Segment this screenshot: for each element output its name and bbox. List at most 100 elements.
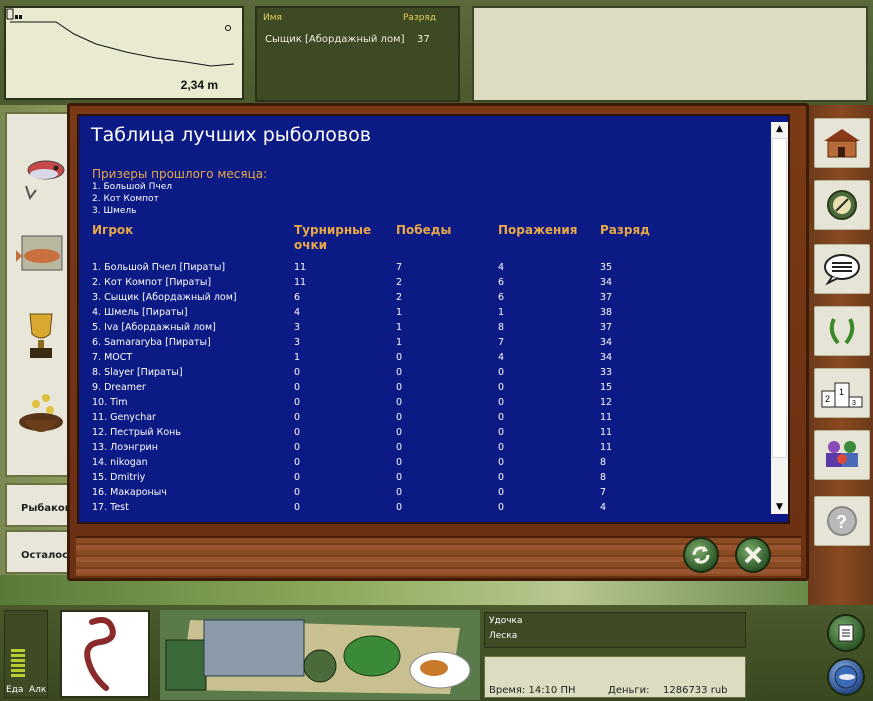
table-cell-rank: 15 (600, 382, 613, 393)
compass-icon (827, 190, 857, 220)
table-cell-points: 6 (294, 292, 301, 303)
status-meters: Еда Алк (4, 610, 48, 698)
trophy-icon[interactable] (16, 306, 66, 364)
table-cell-wins: 1 (396, 322, 403, 333)
globe-button[interactable] (827, 658, 865, 696)
help-button[interactable]: ? (814, 496, 870, 546)
svg-text:3: 3 (852, 400, 856, 407)
table-cell-wins: 0 (396, 397, 403, 408)
inventory-scene[interactable] (160, 610, 480, 700)
table-cell-player[interactable]: 3. Сыщик [Абордажный лом] (92, 292, 237, 303)
table-cell-wins: 2 (396, 277, 403, 288)
scroll-down-arrow-icon[interactable]: ▼ (771, 500, 788, 514)
bait-bag-icon[interactable] (165, 639, 207, 691)
table-cell-losses: 0 (498, 487, 505, 498)
hat-coins-icon[interactable] (16, 386, 66, 444)
fishers-count-label: Рыбаков (5, 483, 69, 527)
leaderboard-scrollbar[interactable]: ▲ ▼ (771, 122, 788, 514)
people-icon (826, 441, 858, 467)
table-cell-rank: 11 (600, 412, 613, 423)
bait-slot[interactable] (60, 610, 150, 698)
table-cell-rank: 34 (600, 277, 613, 288)
table-cell-rank: 34 (600, 337, 613, 348)
info-panel (472, 6, 868, 102)
table-cell-player[interactable]: 10. Tim (92, 397, 128, 408)
alcohol-meter-label: Алк (29, 685, 47, 695)
map-compass-icon[interactable] (303, 649, 337, 683)
crew-panel: Имя Разряд Сыщик [Абордажный лом] 37 (255, 6, 460, 102)
scroll-thumb[interactable] (772, 138, 787, 458)
table-cell-player[interactable]: 13. Лоэнгрин (92, 442, 158, 453)
house-icon (824, 129, 860, 158)
table-cell-player[interactable]: 1. Большой Пчел [Пираты] (92, 262, 225, 273)
table-cell-points: 0 (294, 442, 301, 453)
rating-button[interactable]: 1 2 3 (814, 368, 870, 418)
column-header-points-line2: очки (294, 238, 328, 252)
table-cell-points: 4 (294, 307, 301, 318)
table-cell-losses: 0 (498, 382, 505, 393)
close-icon (744, 546, 762, 564)
table-cell-player[interactable]: 8. Slayer [Пираты] (92, 367, 183, 378)
table-cell-losses: 6 (498, 292, 505, 303)
table-cell-player[interactable]: 17. Test (92, 502, 129, 513)
time-display: Время: 14:10 ПН (489, 685, 576, 696)
crew-member-name[interactable]: Сыщик [Абордажный лом] (265, 34, 405, 45)
table-cell-wins: 0 (396, 502, 403, 513)
chat-button[interactable] (814, 244, 870, 294)
table-cell-points: 0 (294, 502, 301, 513)
table-cell-player[interactable]: 15. Dmitriy (92, 472, 145, 483)
column-header-wins: Победы (396, 223, 452, 237)
refresh-button[interactable] (683, 537, 719, 573)
achievements-button[interactable] (814, 306, 870, 356)
table-cell-wins: 7 (396, 262, 403, 273)
journal-button[interactable] (827, 614, 865, 652)
table-cell-player[interactable]: 11. Genychar (92, 412, 156, 423)
home-button[interactable] (814, 118, 870, 168)
table-cell-wins: 0 (396, 457, 403, 468)
table-cell-player[interactable]: 14. nikogan (92, 457, 148, 468)
fish-bucket-icon[interactable] (343, 635, 401, 677)
table-cell-rank: 38 (600, 307, 613, 318)
tackle-box-icon[interactable] (203, 619, 305, 677)
table-cell-rank: 37 (600, 322, 613, 333)
table-cell-player[interactable]: 7. МОСТ (92, 352, 132, 363)
column-header-losses: Поражения (498, 223, 578, 237)
document-icon (838, 624, 854, 642)
table-cell-losses: 0 (498, 412, 505, 423)
table-cell-player[interactable]: 5. Iva [Абордажный лом] (92, 322, 216, 333)
rod-label: Удочка (489, 616, 523, 626)
table-cell-points: 0 (294, 412, 301, 423)
status-panel: Время: 14:10 ПН Деньги: 1286733 rub (484, 656, 746, 698)
table-cell-wins: 0 (396, 442, 403, 453)
table-cell-losses: 0 (498, 502, 505, 513)
table-cell-wins: 2 (396, 292, 403, 303)
laurel-icon (829, 318, 855, 345)
table-cell-player[interactable]: 4. Шмель [Пираты] (92, 307, 188, 318)
table-cell-player[interactable]: 6. Samararyba [Пираты] (92, 337, 211, 348)
clan-button[interactable] (814, 430, 870, 480)
table-cell-losses: 0 (498, 457, 505, 468)
close-button[interactable] (735, 537, 771, 573)
globe-fish-icon (834, 665, 858, 689)
table-cell-losses: 0 (498, 472, 505, 483)
map-button[interactable] (814, 180, 870, 230)
table-cell-player[interactable]: 2. Кот Компот [Пираты] (92, 277, 211, 288)
chat-icon (824, 254, 860, 285)
fish-card-icon[interactable] (16, 228, 66, 286)
line-label: Леска (489, 631, 518, 641)
table-cell-losses: 0 (498, 442, 505, 453)
table-cell-player[interactable]: 12. Пестрый Конь (92, 427, 181, 438)
battery-icon (6, 8, 22, 20)
lure-icon[interactable] (16, 150, 66, 208)
table-cell-player[interactable]: 16. Макароныч (92, 487, 167, 498)
table-cell-wins: 0 (396, 487, 403, 498)
table-cell-rank: 8 (600, 457, 607, 468)
food-meter-label: Еда (6, 685, 24, 695)
scroll-up-arrow-icon[interactable]: ▲ (771, 122, 788, 136)
table-cell-rank: 11 (600, 442, 613, 453)
table-cell-player[interactable]: 9. Dreamer (92, 382, 146, 393)
table-cell-rank: 8 (600, 472, 607, 483)
table-cell-losses: 0 (498, 397, 505, 408)
table-cell-wins: 0 (396, 382, 403, 393)
table-cell-points: 0 (294, 397, 301, 408)
